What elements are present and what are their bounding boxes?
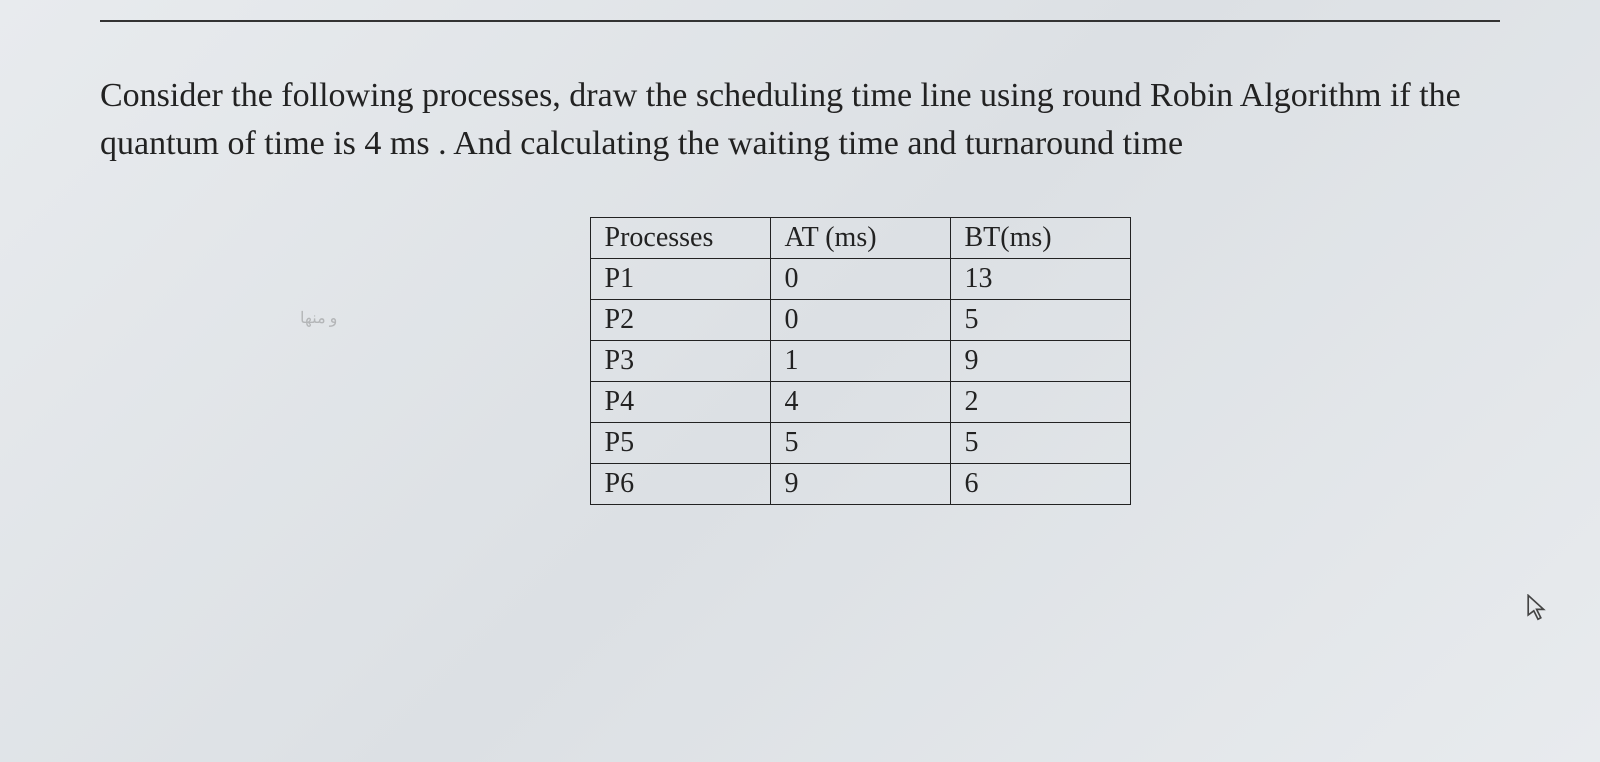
process-table-container: Processes AT (ms) BT(ms) P1 0 13 P2 0 5 … <box>90 217 1510 505</box>
header-processes: Processes <box>590 218 770 259</box>
table-row: P5 5 5 <box>590 423 1130 464</box>
cell-bt: 9 <box>950 341 1130 382</box>
process-table: Processes AT (ms) BT(ms) P1 0 13 P2 0 5 … <box>590 217 1131 505</box>
cell-at: 4 <box>770 382 950 423</box>
cell-at: 9 <box>770 464 950 505</box>
table-row: P3 1 9 <box>590 341 1130 382</box>
cell-process: P1 <box>590 259 770 300</box>
cell-process: P3 <box>590 341 770 382</box>
horizontal-rule <box>100 20 1500 22</box>
cell-process: P6 <box>590 464 770 505</box>
table-row: P6 9 6 <box>590 464 1130 505</box>
cell-bt: 6 <box>950 464 1130 505</box>
header-bt: BT(ms) <box>950 218 1130 259</box>
cell-at: 0 <box>770 300 950 341</box>
cell-bt: 2 <box>950 382 1130 423</box>
table-row: P2 0 5 <box>590 300 1130 341</box>
table-row: P1 0 13 <box>590 259 1130 300</box>
table-header-row: Processes AT (ms) BT(ms) <box>590 218 1130 259</box>
cell-bt: 5 <box>950 423 1130 464</box>
cell-process: P2 <box>590 300 770 341</box>
cursor-icon <box>1526 594 1550 622</box>
header-at: AT (ms) <box>770 218 950 259</box>
cell-process: P5 <box>590 423 770 464</box>
cell-at: 1 <box>770 341 950 382</box>
cell-bt: 5 <box>950 300 1130 341</box>
cell-bt: 13 <box>950 259 1130 300</box>
table-row: P4 4 2 <box>590 382 1130 423</box>
decorative-artifact: و منها <box>300 308 337 328</box>
cell-process: P4 <box>590 382 770 423</box>
cell-at: 0 <box>770 259 950 300</box>
question-text: Consider the following processes, draw t… <box>90 72 1510 167</box>
cell-at: 5 <box>770 423 950 464</box>
